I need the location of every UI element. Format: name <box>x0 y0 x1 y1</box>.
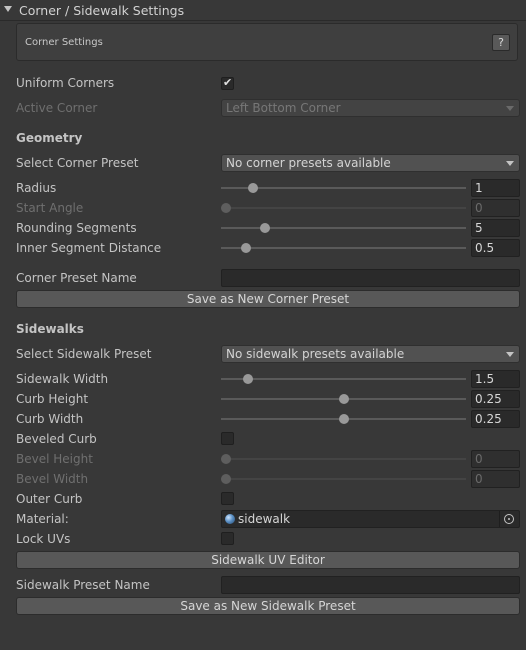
corner-preset-value: No corner presets available <box>226 156 391 170</box>
uniform-corners-toggle[interactable]: ✔ <box>221 76 234 90</box>
start-angle-value: 0 <box>475 201 483 215</box>
radius-label: Radius <box>16 181 57 195</box>
slider-thumb[interactable] <box>242 374 253 384</box>
active-corner-value: Left Bottom Corner <box>226 101 341 115</box>
lock-uvs-toggle[interactable] <box>221 532 234 545</box>
curb-width-label: Curb Width <box>16 412 84 426</box>
bevel-height-label: Bevel Height <box>16 452 93 466</box>
corner-sidewalk-foldout[interactable]: Corner / Sidewalk Settings <box>0 0 526 21</box>
start-angle-label: Start Angle <box>16 201 84 215</box>
slider-thumb[interactable] <box>240 243 251 253</box>
corner-preset-name-label: Corner Preset Name <box>16 271 137 285</box>
chevron-down-icon <box>506 106 514 111</box>
bevel-height-field: 0 <box>471 450 520 468</box>
curb-height-label: Curb Height <box>16 392 89 406</box>
curb-height-slider[interactable] <box>221 392 466 406</box>
slider-track <box>221 247 466 249</box>
help-box-text: Corner Settings <box>25 37 103 48</box>
sidewalk-preset-name-label: Sidewalk Preset Name <box>16 578 150 592</box>
bevel-width-value: 0 <box>475 472 483 486</box>
curb-height-value: 0.25 <box>475 392 502 406</box>
help-box: Corner Settings ? <box>16 23 518 61</box>
sidewalks-heading: Sidewalks <box>16 322 84 336</box>
material-value: sidewalk <box>238 512 291 526</box>
lock-uvs-label: Lock UVs <box>16 532 71 546</box>
curb-width-slider[interactable] <box>221 412 466 426</box>
target-dot <box>508 518 510 520</box>
beveled-curb-toggle[interactable] <box>221 432 234 445</box>
slider-thumb <box>220 454 231 464</box>
rounding-segments-value: 5 <box>475 221 483 235</box>
radius-field[interactable]: 1 <box>471 179 520 197</box>
slider-thumb <box>220 203 231 213</box>
curb-width-value: 0.25 <box>475 412 502 426</box>
beveled-curb-label: Beveled Curb <box>16 432 97 446</box>
sidewalk-preset-name-input[interactable] <box>221 576 520 594</box>
slider-track <box>221 227 466 229</box>
bevel-height-value: 0 <box>475 452 483 466</box>
corner-preset-label: Select Corner Preset <box>16 156 139 170</box>
start-angle-field: 0 <box>471 199 520 217</box>
sidewalk-width-value: 1.5 <box>475 372 495 386</box>
sidewalk-width-label: Sidewalk Width <box>16 372 109 386</box>
inner-segment-distance-label: Inner Segment Distance <box>16 241 162 255</box>
rounding-segments-label: Rounding Segments <box>16 221 137 235</box>
save-corner-preset-button[interactable]: Save as New Corner Preset <box>16 290 520 308</box>
corner-preset-dropdown[interactable]: No corner presets available <box>221 154 520 172</box>
sidewalk-preset-value: No sidewalk presets available <box>226 347 405 361</box>
geometry-heading: Geometry <box>16 131 83 145</box>
help-button[interactable]: ? <box>492 34 510 51</box>
slider-track <box>221 378 466 380</box>
foldout-title: Corner / Sidewalk Settings <box>19 3 185 18</box>
slider-thumb[interactable] <box>247 183 258 193</box>
slider-thumb[interactable] <box>338 394 349 404</box>
chevron-down-icon <box>506 161 514 166</box>
outer-curb-toggle[interactable] <box>221 492 234 505</box>
sidewalk-preset-label: Select Sidewalk Preset <box>16 347 152 361</box>
checkmark-icon: ✔ <box>223 76 233 89</box>
bevel-width-field: 0 <box>471 470 520 488</box>
sidewalk-width-field[interactable]: 1.5 <box>471 370 520 388</box>
rounding-segments-field[interactable]: 5 <box>471 219 520 237</box>
active-corner-dropdown: Left Bottom Corner <box>221 99 520 117</box>
object-picker-button[interactable] <box>499 511 519 527</box>
rounding-segments-slider[interactable] <box>221 221 466 235</box>
material-sphere-icon <box>225 514 235 524</box>
sidewalk-uv-editor-button[interactable]: Sidewalk UV Editor <box>16 551 520 569</box>
active-corner-label: Active Corner <box>16 101 98 115</box>
material-object-field[interactable]: sidewalk <box>221 510 520 528</box>
slider-thumb[interactable] <box>338 414 349 424</box>
slider-thumb[interactable] <box>260 223 271 233</box>
curb-width-field[interactable]: 0.25 <box>471 410 520 428</box>
material-label: Material: <box>16 512 69 526</box>
slider-track <box>221 458 466 460</box>
outer-curb-label: Outer Curb <box>16 492 83 506</box>
start-angle-slider <box>220 201 466 215</box>
slider-track <box>221 478 466 480</box>
slider-thumb <box>220 474 231 484</box>
inner-segment-distance-field[interactable]: 0.5 <box>471 239 520 257</box>
radius-value: 1 <box>475 181 483 195</box>
corner-preset-name-input[interactable] <box>221 269 520 287</box>
sidewalk-width-slider[interactable] <box>221 372 466 386</box>
inner-segment-distance-value: 0.5 <box>475 241 495 255</box>
bevel-width-slider <box>220 472 466 486</box>
uniform-corners-label: Uniform Corners <box>16 76 115 90</box>
sidewalk-preset-dropdown[interactable]: No sidewalk presets available <box>221 345 520 363</box>
slider-track <box>221 207 466 209</box>
save-sidewalk-preset-button[interactable]: Save as New Sidewalk Preset <box>16 597 520 615</box>
radius-slider[interactable] <box>221 181 466 195</box>
curb-height-field[interactable]: 0.25 <box>471 390 520 408</box>
chevron-down-icon <box>506 352 514 357</box>
bevel-height-slider <box>220 452 466 466</box>
foldout-arrow-icon[interactable] <box>4 6 12 12</box>
inner-segment-distance-slider[interactable] <box>221 241 466 255</box>
bevel-width-label: Bevel Width <box>16 472 89 486</box>
